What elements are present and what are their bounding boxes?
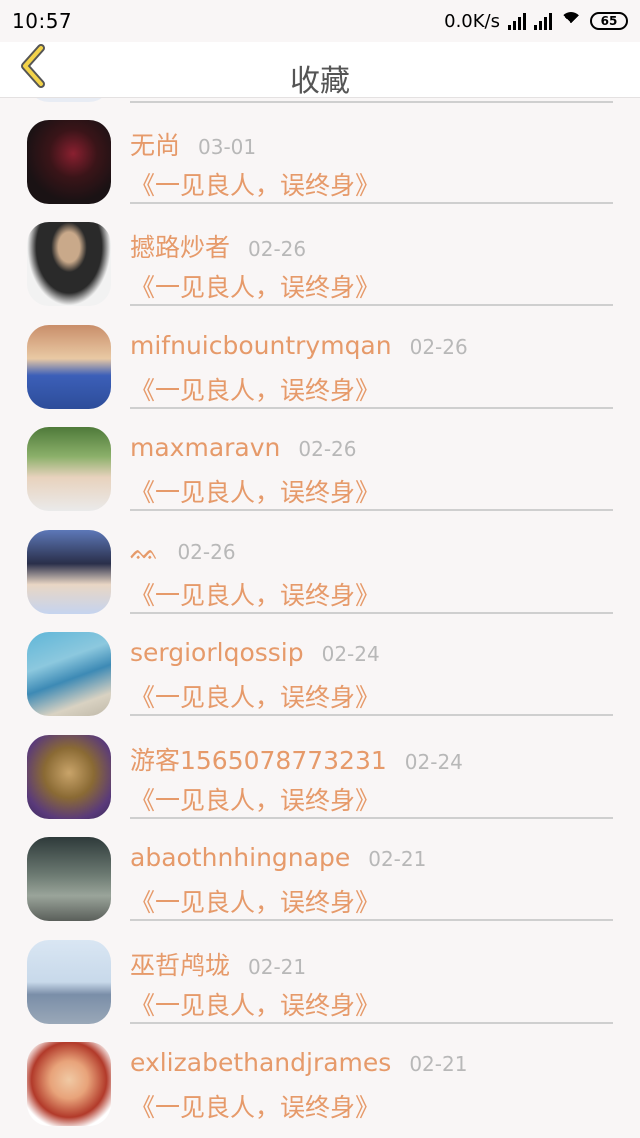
item-name: 巫哲鸬垅 bbox=[130, 951, 231, 980]
avatar bbox=[27, 1042, 111, 1126]
item-message: 《一见良人，误终身》 bbox=[130, 478, 381, 507]
item-name: maxmaravn bbox=[130, 433, 281, 462]
item-name: 无尚 bbox=[130, 131, 181, 160]
avatar bbox=[27, 530, 111, 614]
avatar bbox=[27, 222, 111, 306]
status-time: 10:57 bbox=[12, 9, 73, 33]
navigation-bar: 收藏 bbox=[0, 42, 640, 99]
battery-icon: 65 bbox=[590, 12, 628, 30]
item-date: 02-24 bbox=[321, 642, 380, 666]
item-date: 02-21 bbox=[409, 1052, 468, 1076]
item-date: 02-26 bbox=[409, 335, 468, 359]
item-name: 游客1565078773231 bbox=[130, 746, 387, 775]
avatar bbox=[27, 427, 111, 511]
avatar bbox=[27, 837, 111, 921]
status-indicators: 0.0K/s 65 bbox=[444, 10, 628, 34]
list-item[interactable]: maxmaravn 02-26 《一见良人，误终身》 bbox=[0, 405, 640, 511]
item-message: 《一见良人，误终身》 bbox=[130, 683, 381, 712]
item-date: 02-24 bbox=[404, 750, 463, 774]
avatar bbox=[27, 632, 111, 716]
avatar bbox=[27, 735, 111, 819]
signal-icon bbox=[508, 12, 526, 30]
item-message: 《一见良人，误终身》 bbox=[130, 991, 381, 1020]
item-message: 《一见良人，误终身》 bbox=[130, 888, 381, 917]
item-message: 《一见良人，误终身》 bbox=[130, 376, 381, 405]
list-item[interactable]: 游客1565078773231 02-24 《一见良人，误终身》 bbox=[0, 713, 640, 819]
list-item[interactable]: 无尚 03-01 《一见良人，误终身》 bbox=[0, 98, 640, 204]
item-name: exlizabethandjrames bbox=[130, 1048, 392, 1077]
avatar bbox=[27, 120, 111, 204]
item-message: 《一见良人，误终身》 bbox=[130, 581, 381, 610]
list-item[interactable]: abaothnhingnape 02-21 《一见良人，误终身》 bbox=[0, 815, 640, 921]
item-name: sergiorlqossip bbox=[130, 638, 304, 667]
item-date: 02-26 bbox=[298, 437, 357, 461]
page-title: 收藏 bbox=[290, 64, 350, 99]
status-bar: 10:57 0.0K/s 65 bbox=[0, 0, 640, 42]
network-speed: 0.0K/s bbox=[444, 10, 500, 32]
wifi-icon bbox=[560, 12, 582, 34]
item-name: ᨐ bbox=[130, 536, 160, 565]
avatar bbox=[27, 940, 111, 1024]
favorites-list: 无尚 03-01 《一见良人，误终身》 撼路炒者 02-26 《一见良人，误终身》 … bbox=[0, 98, 640, 1138]
item-name: 撼路炒者 bbox=[130, 233, 231, 262]
item-name: mifnuicbountrymqan bbox=[130, 331, 392, 360]
item-message: 《一见良人，误终身》 bbox=[130, 171, 381, 200]
list-item[interactable]: 巫哲鸬垅 02-21 《一见良人，误终身》 bbox=[0, 918, 640, 1024]
item-date: 02-21 bbox=[248, 955, 307, 979]
avatar bbox=[27, 325, 111, 409]
item-date: 02-21 bbox=[368, 847, 427, 871]
item-date: 02-26 bbox=[177, 540, 236, 564]
list-item[interactable]: exlizabethandjrames 02-21 《一见良人，误终身》 bbox=[0, 1020, 640, 1126]
list-item[interactable]: ᨐ 02-26 《一见良人，误终身》 bbox=[0, 508, 640, 614]
list-item[interactable]: 撼路炒者 02-26 《一见良人，误终身》 bbox=[0, 200, 640, 306]
item-message: 《一见良人，误终身》 bbox=[130, 273, 381, 302]
item-message: 《一见良人，误终身》 bbox=[130, 786, 381, 815]
list-item[interactable]: mifnuicbountrymqan 02-26 《一见良人，误终身》 bbox=[0, 303, 640, 409]
item-message: 《一见良人，误终身》 bbox=[130, 1093, 381, 1122]
item-name: abaothnhingnape bbox=[130, 843, 351, 872]
item-date: 03-01 bbox=[198, 135, 257, 159]
list-item[interactable]: sergiorlqossip 02-24 《一见良人，误终身》 bbox=[0, 610, 640, 716]
signal-icon-2 bbox=[534, 12, 552, 30]
item-date: 02-26 bbox=[248, 237, 307, 261]
